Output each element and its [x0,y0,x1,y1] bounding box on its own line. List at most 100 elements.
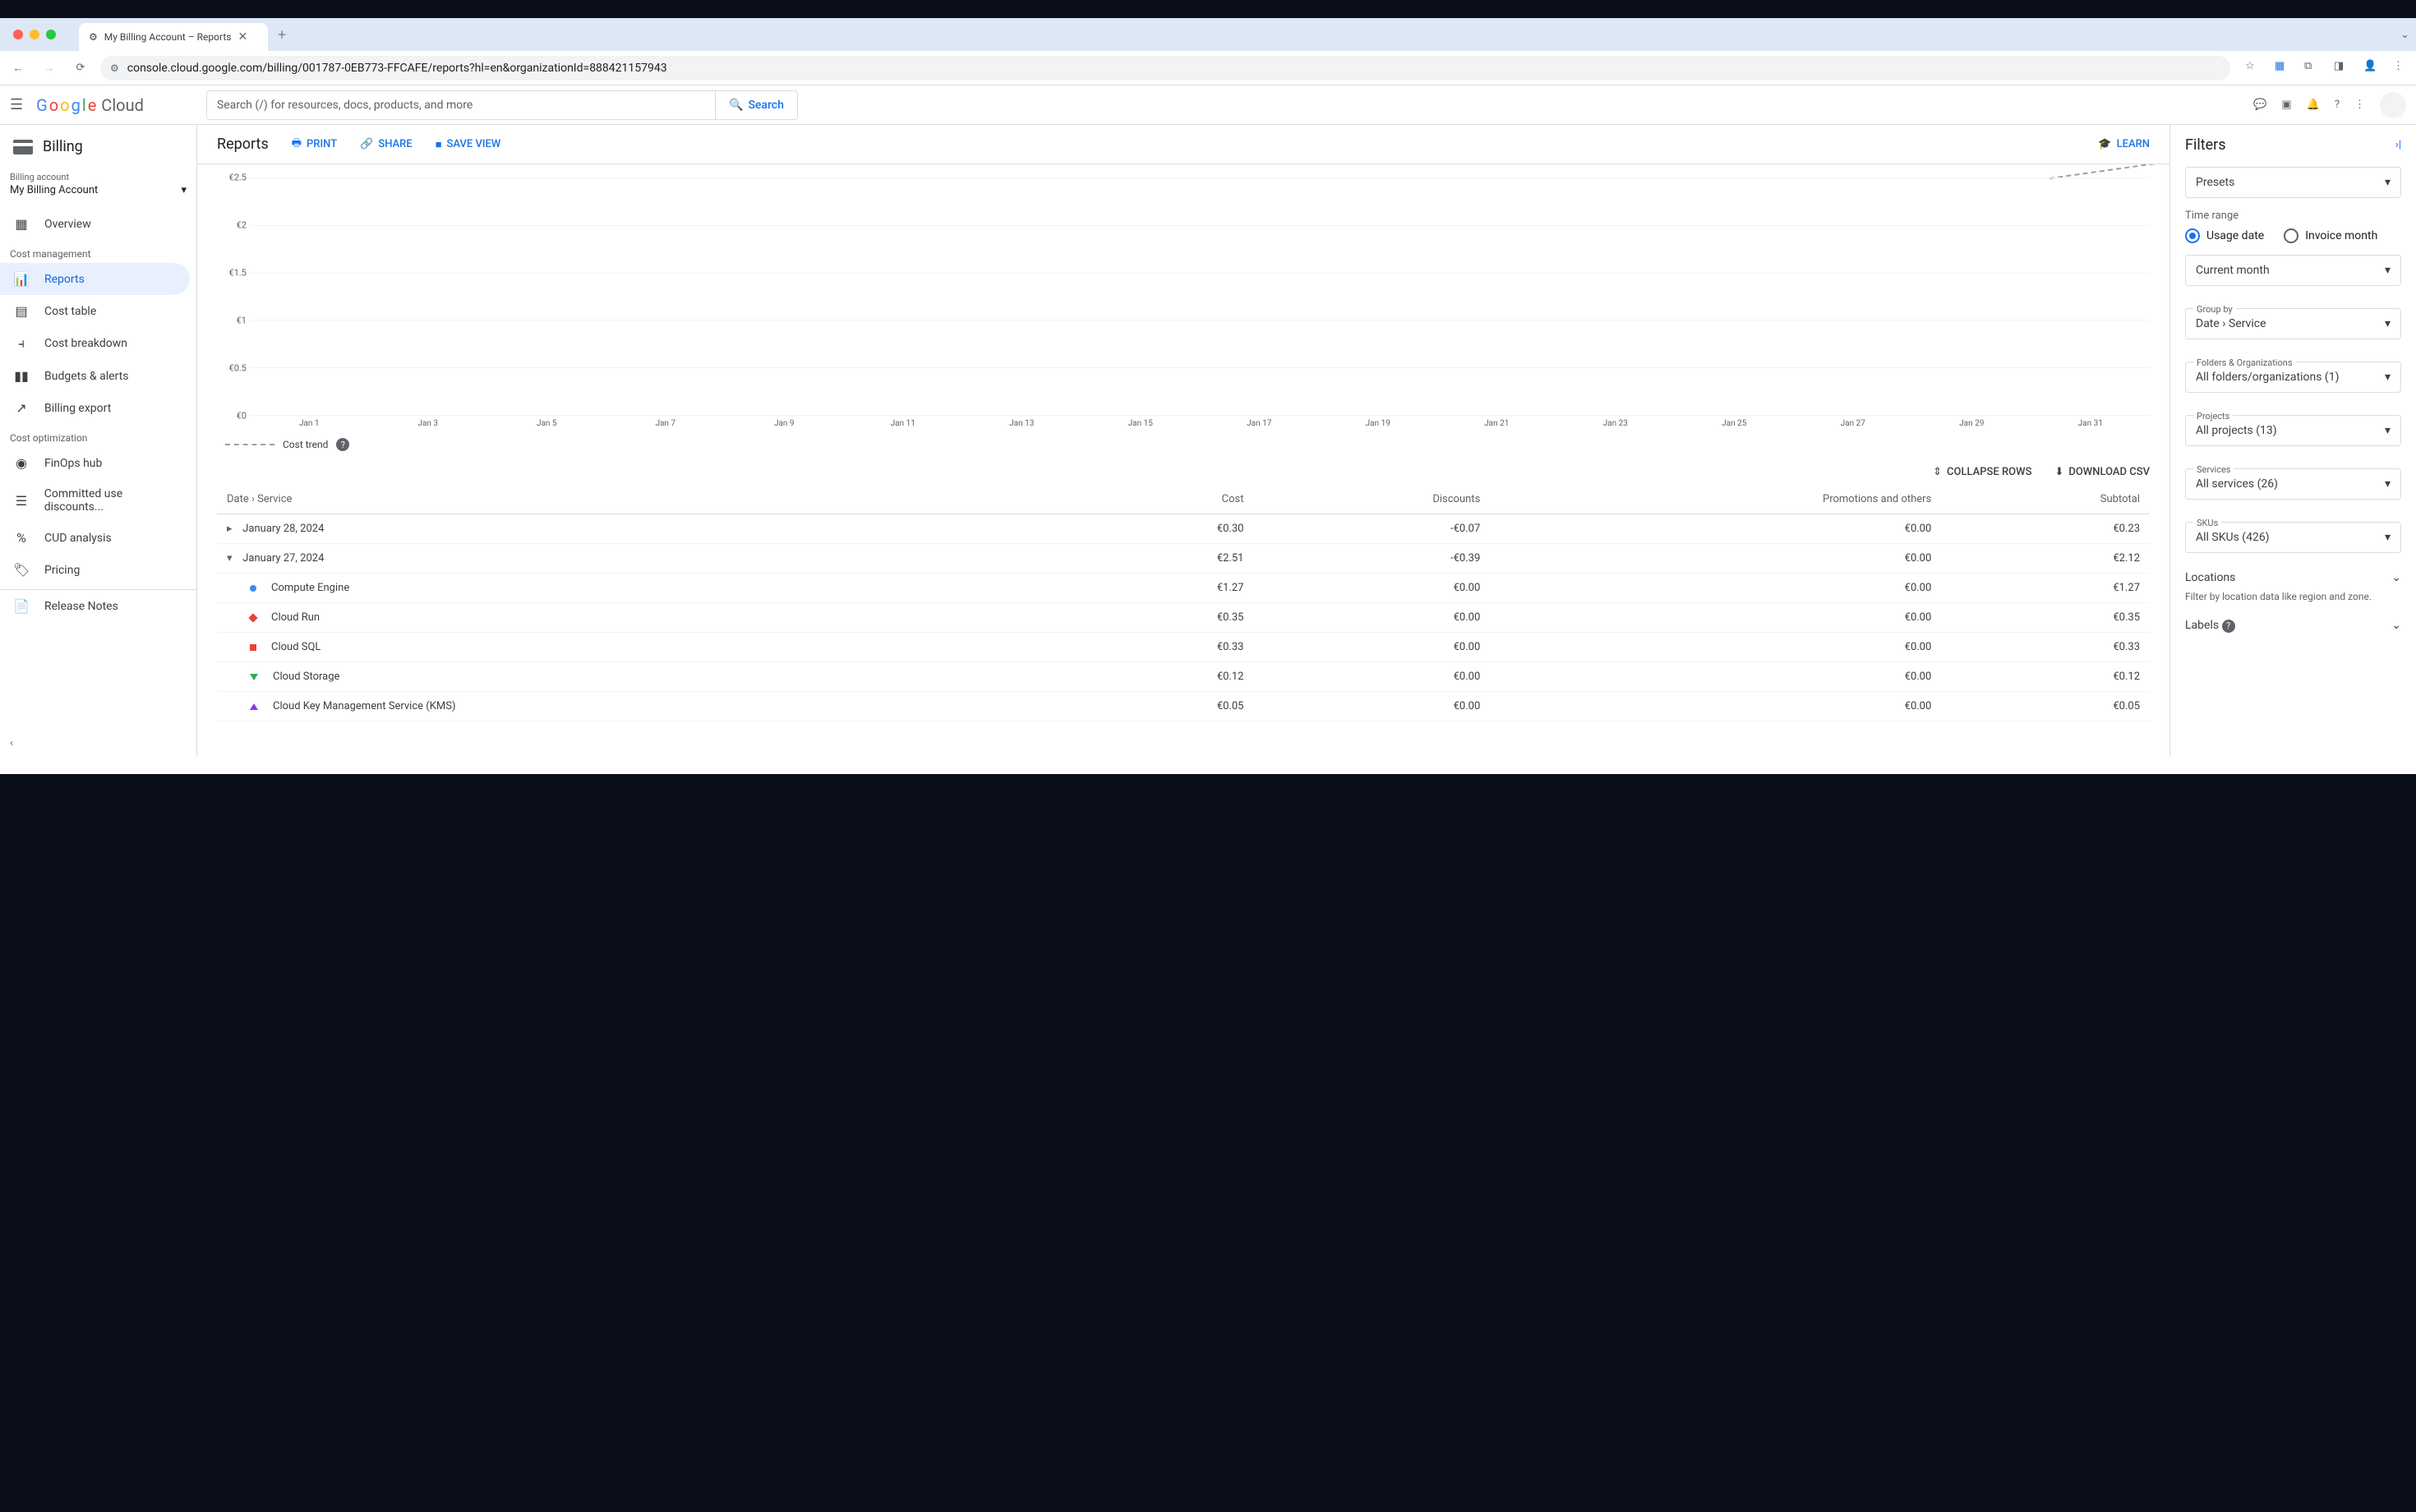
collapse-rows-button[interactable]: ⇕COLLAPSE ROWS [1933,466,2031,478]
help-tooltip-icon[interactable]: ? [2222,620,2235,633]
extensions-icon[interactable]: ⧉ [2304,60,2321,76]
tab-list-dropdown-icon[interactable]: ⌄ [2400,29,2409,41]
sidebar-item-cud-analysis[interactable]: % CUD analysis [0,522,196,554]
time-range-label: Time range [2185,210,2401,222]
minimize-window-icon[interactable] [30,30,39,39]
google-cloud-logo[interactable]: Google Cloud [36,95,144,115]
site-info-icon[interactable]: ⚙ [110,62,119,74]
table-header[interactable]: Subtotal [1941,485,2150,514]
help-tooltip-icon[interactable]: ? [336,438,349,451]
search-button[interactable]: 🔍 Search [716,90,798,120]
sidebar-item-overview[interactable]: ▦ Overview [0,208,196,240]
chart-legend: Cost trend ? [217,438,2150,451]
table-row[interactable]: ▸ January 28, 2024€0.30-€0.07€0.00€0.23 [217,514,2150,544]
profile-icon[interactable]: 👤 [2363,60,2380,76]
main-content: Reports 🖶PRINT 🔗SHARE ■SAVE VIEW 🎓LEARN … [197,125,2169,756]
collapse-sidebar-icon[interactable]: ‹ [10,737,13,749]
nav-menu-icon[interactable]: ☰ [10,96,23,113]
table-row[interactable]: Cloud Storage€0.12€0.00€0.00€0.12 [217,662,2150,692]
new-tab-button[interactable]: + [278,26,286,44]
table-icon: ▤ [13,303,30,319]
address-bar[interactable]: ⚙ console.cloud.google.com/billing/00178… [100,56,2230,81]
table-header[interactable]: Promotions and others [1490,485,1941,514]
sidebar-title: Billing [0,125,196,168]
translate-icon[interactable]: ▦ [2275,60,2291,76]
more-icon[interactable]: ⋮ [2354,99,2365,111]
reload-button[interactable]: ⟳ [69,57,92,80]
chat-icon[interactable]: 💬 [2253,99,2266,111]
breakdown-icon: ⫞ [13,335,30,352]
back-button[interactable]: ← [7,57,30,80]
download-csv-button[interactable]: ⬇DOWNLOAD CSV [2054,466,2150,478]
table-row[interactable]: Cloud Run€0.35€0.00€0.00€0.35 [217,603,2150,633]
print-button[interactable]: 🖶PRINT [292,136,337,154]
usage-date-radio[interactable]: Usage date [2185,228,2264,243]
radio-checked-icon [2185,228,2200,243]
service-marker-icon [250,585,256,592]
service-marker-icon [250,644,256,651]
console-header: ☰ Google Cloud Search (/) for resources,… [0,85,2416,125]
sidebar-item-pricing[interactable]: 🏷 Pricing [0,554,196,586]
table-header[interactable]: Date › Service [217,485,1090,514]
expand-row-icon[interactable]: ▸ [227,523,240,535]
sidebar-item-cud[interactable]: ☰ Committed use discounts... [0,479,196,522]
invoice-month-radio[interactable]: Invoice month [2284,228,2377,243]
sidebar-item-release-notes[interactable]: 📄 Release Notes [0,590,196,622]
sidebar-item-finops[interactable]: ◉ FinOps hub [0,447,196,479]
expand-filters-icon[interactable]: ›| [2395,139,2401,151]
collapse-icon: ⇕ [1933,466,1942,478]
table-row[interactable]: ▾ January 27, 2024€2.51-€0.39€0.00€2.12 [217,544,2150,574]
filters-panel: Filters ›| Presets▾ Time range Usage dat… [2169,125,2416,756]
account-avatar[interactable] [2380,92,2406,118]
sidebar-item-reports[interactable]: 📊 Reports [0,263,190,295]
maximize-window-icon[interactable] [46,30,56,39]
chart-x-axis: Jan 1Jan 3Jan 5Jan 7Jan 9Jan 11Jan 13Jan… [217,419,2150,428]
finops-icon: ◉ [13,455,30,471]
service-marker-icon [250,703,258,710]
bookmark-star-icon[interactable]: ☆ [2245,60,2262,76]
cloud-shell-icon[interactable]: ▣ [2281,99,2291,111]
close-tab-icon[interactable]: ✕ [237,30,247,44]
share-button[interactable]: 🔗SHARE [360,138,413,150]
search-input[interactable]: Search (/) for resources, docs, products… [206,90,716,120]
chart-plot-area [250,177,2150,416]
labels-section[interactable]: Labels ? ⌄ [2185,612,2401,639]
dropdown-icon: ▾ [2385,531,2391,544]
sidebar-item-billing-export[interactable]: ↗ Billing export [0,392,196,424]
forward-button[interactable]: → [38,57,61,80]
chevron-down-icon: ⌄ [2391,571,2401,584]
download-icon: ⬇ [2054,466,2063,478]
dashboard-icon: ▦ [13,216,30,232]
table-header[interactable]: Cost [1090,485,1253,514]
notifications-icon[interactable]: 🔔 [2307,99,2320,111]
table-row[interactable]: Cloud Key Management Service (KMS)€0.05€… [217,692,2150,721]
cost-table: Date › ServiceCostDiscountsPromotions an… [217,485,2150,721]
learn-button[interactable]: 🎓LEARN [2098,138,2150,150]
tab-title: My Billing Account – Reports [104,31,232,43]
save-view-button[interactable]: ■SAVE VIEW [436,138,501,151]
table-row[interactable]: Compute Engine€1.27€0.00€0.00€1.27 [217,574,2150,603]
export-icon: ↗ [13,400,30,416]
cost-chart: €2.5€2€1.5€1€0.5€0 [217,177,2150,416]
browser-menu-icon[interactable]: ⋮ [2393,60,2409,76]
locations-section[interactable]: Locations⌄ [2185,565,2401,591]
browser-tab[interactable]: ⚙ My Billing Account – Reports ✕ [79,23,268,51]
service-marker-icon [250,674,258,680]
print-icon: 🖶 [292,136,302,154]
billing-account-selector[interactable]: Billing account My Billing Account ▾ [0,168,196,208]
release-notes-icon: 📄 [13,598,30,614]
time-period-select[interactable]: Current month▾ [2185,255,2401,286]
table-row[interactable]: Cloud SQL€0.33€0.00€0.00€0.33 [217,633,2150,662]
table-header[interactable]: Discounts [1253,485,1490,514]
side-panel-icon[interactable]: ◨ [2334,60,2350,76]
filters-title: Filters [2185,136,2226,154]
collapse-row-icon[interactable]: ▾ [227,552,240,565]
help-icon[interactable]: ? [2335,99,2340,111]
close-window-icon[interactable] [13,30,23,39]
dropdown-icon: ▾ [181,184,187,196]
sidebar-item-cost-breakdown[interactable]: ⫞ Cost breakdown [0,327,196,360]
sidebar-item-cost-table[interactable]: ▤ Cost table [0,295,196,327]
presets-select[interactable]: Presets▾ [2185,167,2401,198]
sidebar-item-budgets[interactable]: ▮▮ Budgets & alerts [0,360,196,392]
chart-y-axis: €2.5€2€1.5€1€0.5€0 [217,177,250,416]
